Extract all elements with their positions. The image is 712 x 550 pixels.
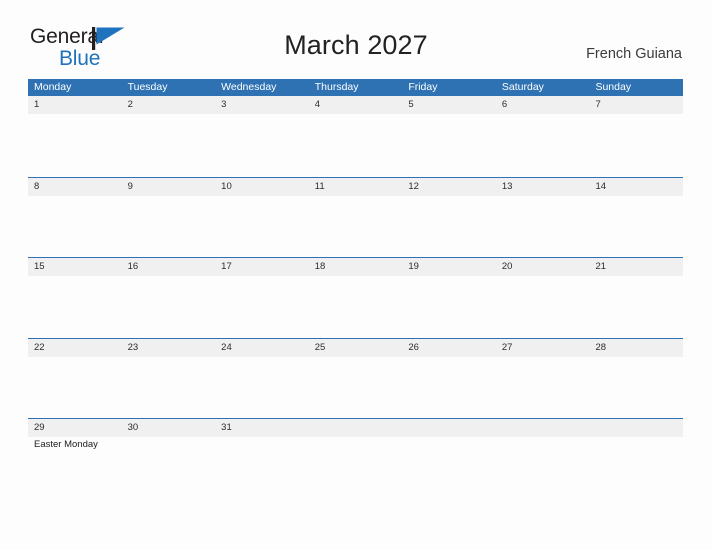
day-cell[interactable]	[402, 196, 496, 258]
day-cell[interactable]	[28, 276, 122, 338]
weekday-header-thursday: Thursday	[314, 81, 359, 93]
day-cell[interactable]	[402, 357, 496, 419]
day-number[interactable]: 8	[28, 178, 122, 196]
day-cell[interactable]	[589, 196, 683, 258]
day-number[interactable]: 9	[122, 178, 216, 196]
day-number[interactable]: 21	[589, 258, 683, 276]
day-event-band	[28, 357, 683, 419]
day-cell[interactable]	[496, 276, 590, 338]
day-number[interactable]: 27	[496, 339, 590, 357]
day-number[interactable]: 18	[309, 258, 403, 276]
day-cell[interactable]	[309, 276, 403, 338]
day-cell[interactable]	[402, 276, 496, 338]
day-cell[interactable]	[309, 196, 403, 258]
day-cell[interactable]	[122, 357, 216, 419]
region-label: French Guiana	[586, 46, 682, 62]
day-cell[interactable]	[28, 114, 122, 176]
day-cell[interactable]	[589, 276, 683, 338]
day-number[interactable]: 19	[402, 258, 496, 276]
day-cell[interactable]	[496, 114, 590, 176]
day-cell	[589, 437, 683, 499]
day-number-empty	[309, 419, 403, 437]
weekday-header-sunday: Sunday	[595, 81, 632, 93]
day-cell[interactable]	[215, 437, 309, 499]
day-cell[interactable]	[496, 357, 590, 419]
day-cell[interactable]	[215, 276, 309, 338]
day-cell[interactable]	[309, 114, 403, 176]
weekday-header-wednesday: Wednesday	[221, 81, 277, 93]
day-number[interactable]: 2	[122, 96, 216, 114]
day-event-band	[28, 114, 683, 176]
day-cell[interactable]	[215, 114, 309, 176]
day-number[interactable]: 4	[309, 96, 403, 114]
day-number[interactable]: 30	[122, 419, 216, 437]
day-number[interactable]: 5	[402, 96, 496, 114]
day-cell[interactable]	[309, 357, 403, 419]
day-number-empty	[589, 419, 683, 437]
weekday-header-monday: Monday	[34, 81, 72, 93]
day-number-band: 29 30 31	[28, 419, 683, 437]
day-cell	[309, 437, 403, 499]
weekday-header-row: Monday Tuesday Wednesday Thursday Friday Satu…	[28, 79, 683, 96]
day-number[interactable]: 25	[309, 339, 403, 357]
weekday-header-tuesday: Tuesday	[127, 81, 168, 93]
day-number[interactable]: 28	[589, 339, 683, 357]
day-number-empty	[496, 419, 590, 437]
day-number[interactable]: 12	[402, 178, 496, 196]
day-number-band: 15 16 17 18 19 20 21	[28, 258, 683, 276]
day-event-band	[28, 196, 683, 258]
day-cell[interactable]	[122, 196, 216, 258]
day-cell[interactable]	[122, 114, 216, 176]
calendar-week-row: 15 16 17 18 19 20 21	[28, 257, 683, 338]
day-number[interactable]: 16	[122, 258, 216, 276]
day-cell	[496, 437, 590, 499]
day-number[interactable]: 26	[402, 339, 496, 357]
day-number[interactable]: 6	[496, 96, 590, 114]
day-cell[interactable]	[28, 357, 122, 419]
day-number[interactable]: 17	[215, 258, 309, 276]
day-number[interactable]: 22	[28, 339, 122, 357]
day-cell[interactable]	[402, 114, 496, 176]
day-number[interactable]: 31	[215, 419, 309, 437]
day-cell[interactable]	[122, 437, 216, 499]
weekday-header-friday: Friday	[408, 81, 438, 93]
day-cell[interactable]	[122, 276, 216, 338]
day-cell[interactable]	[496, 196, 590, 258]
day-cell[interactable]	[28, 196, 122, 258]
day-number[interactable]: 7	[589, 96, 683, 114]
calendar-grid: Monday Tuesday Wednesday Thursday Friday Satu…	[28, 79, 683, 499]
day-number[interactable]: 20	[496, 258, 590, 276]
calendar-week-row: 22 23 24 25 26 27 28	[28, 337, 683, 419]
day-cell[interactable]: Easter Monday	[28, 437, 122, 499]
day-cell[interactable]	[589, 357, 683, 419]
page-header: General Blue March 2027 French Guiana	[0, 0, 712, 70]
day-number[interactable]: 24	[215, 339, 309, 357]
day-number[interactable]: 11	[309, 178, 403, 196]
day-number[interactable]: 13	[496, 178, 590, 196]
day-number-empty	[402, 419, 496, 437]
day-cell[interactable]	[215, 196, 309, 258]
holiday-label: Easter Monday	[34, 439, 98, 450]
day-event-band: Easter Monday	[28, 437, 683, 499]
day-number[interactable]: 1	[28, 96, 122, 114]
day-number-band: 1234567	[28, 96, 683, 114]
calendar-weeks: 1 2 3 4 5 6 7 8 9 10 11 12 13 14 15 16 17 18 19 20 21 22 23 24 2…	[28, 96, 683, 499]
day-number-band: 22 23 24 25 26 27 28	[28, 338, 683, 357]
day-event-band	[28, 276, 683, 338]
day-number[interactable]: 14	[589, 178, 683, 196]
day-number[interactable]: 15	[28, 258, 122, 276]
calendar-week-row: 1234567	[28, 96, 683, 177]
day-cell[interactable]	[215, 357, 309, 419]
day-cell	[402, 437, 496, 499]
day-number[interactable]: 3	[215, 96, 309, 114]
day-number-band: 8 9 10 11 12 13 14	[28, 177, 683, 196]
day-number[interactable]: 29	[28, 419, 122, 437]
weekday-header-saturday: Saturday	[501, 81, 544, 93]
calendar-week-row: 8 9 10 11 12 13 14	[28, 176, 683, 258]
calendar-week-row: 29 30 31 Easter Monday	[28, 418, 683, 499]
day-number[interactable]: 23	[122, 339, 216, 357]
day-number[interactable]: 10	[215, 178, 309, 196]
day-cell[interactable]	[589, 114, 683, 176]
